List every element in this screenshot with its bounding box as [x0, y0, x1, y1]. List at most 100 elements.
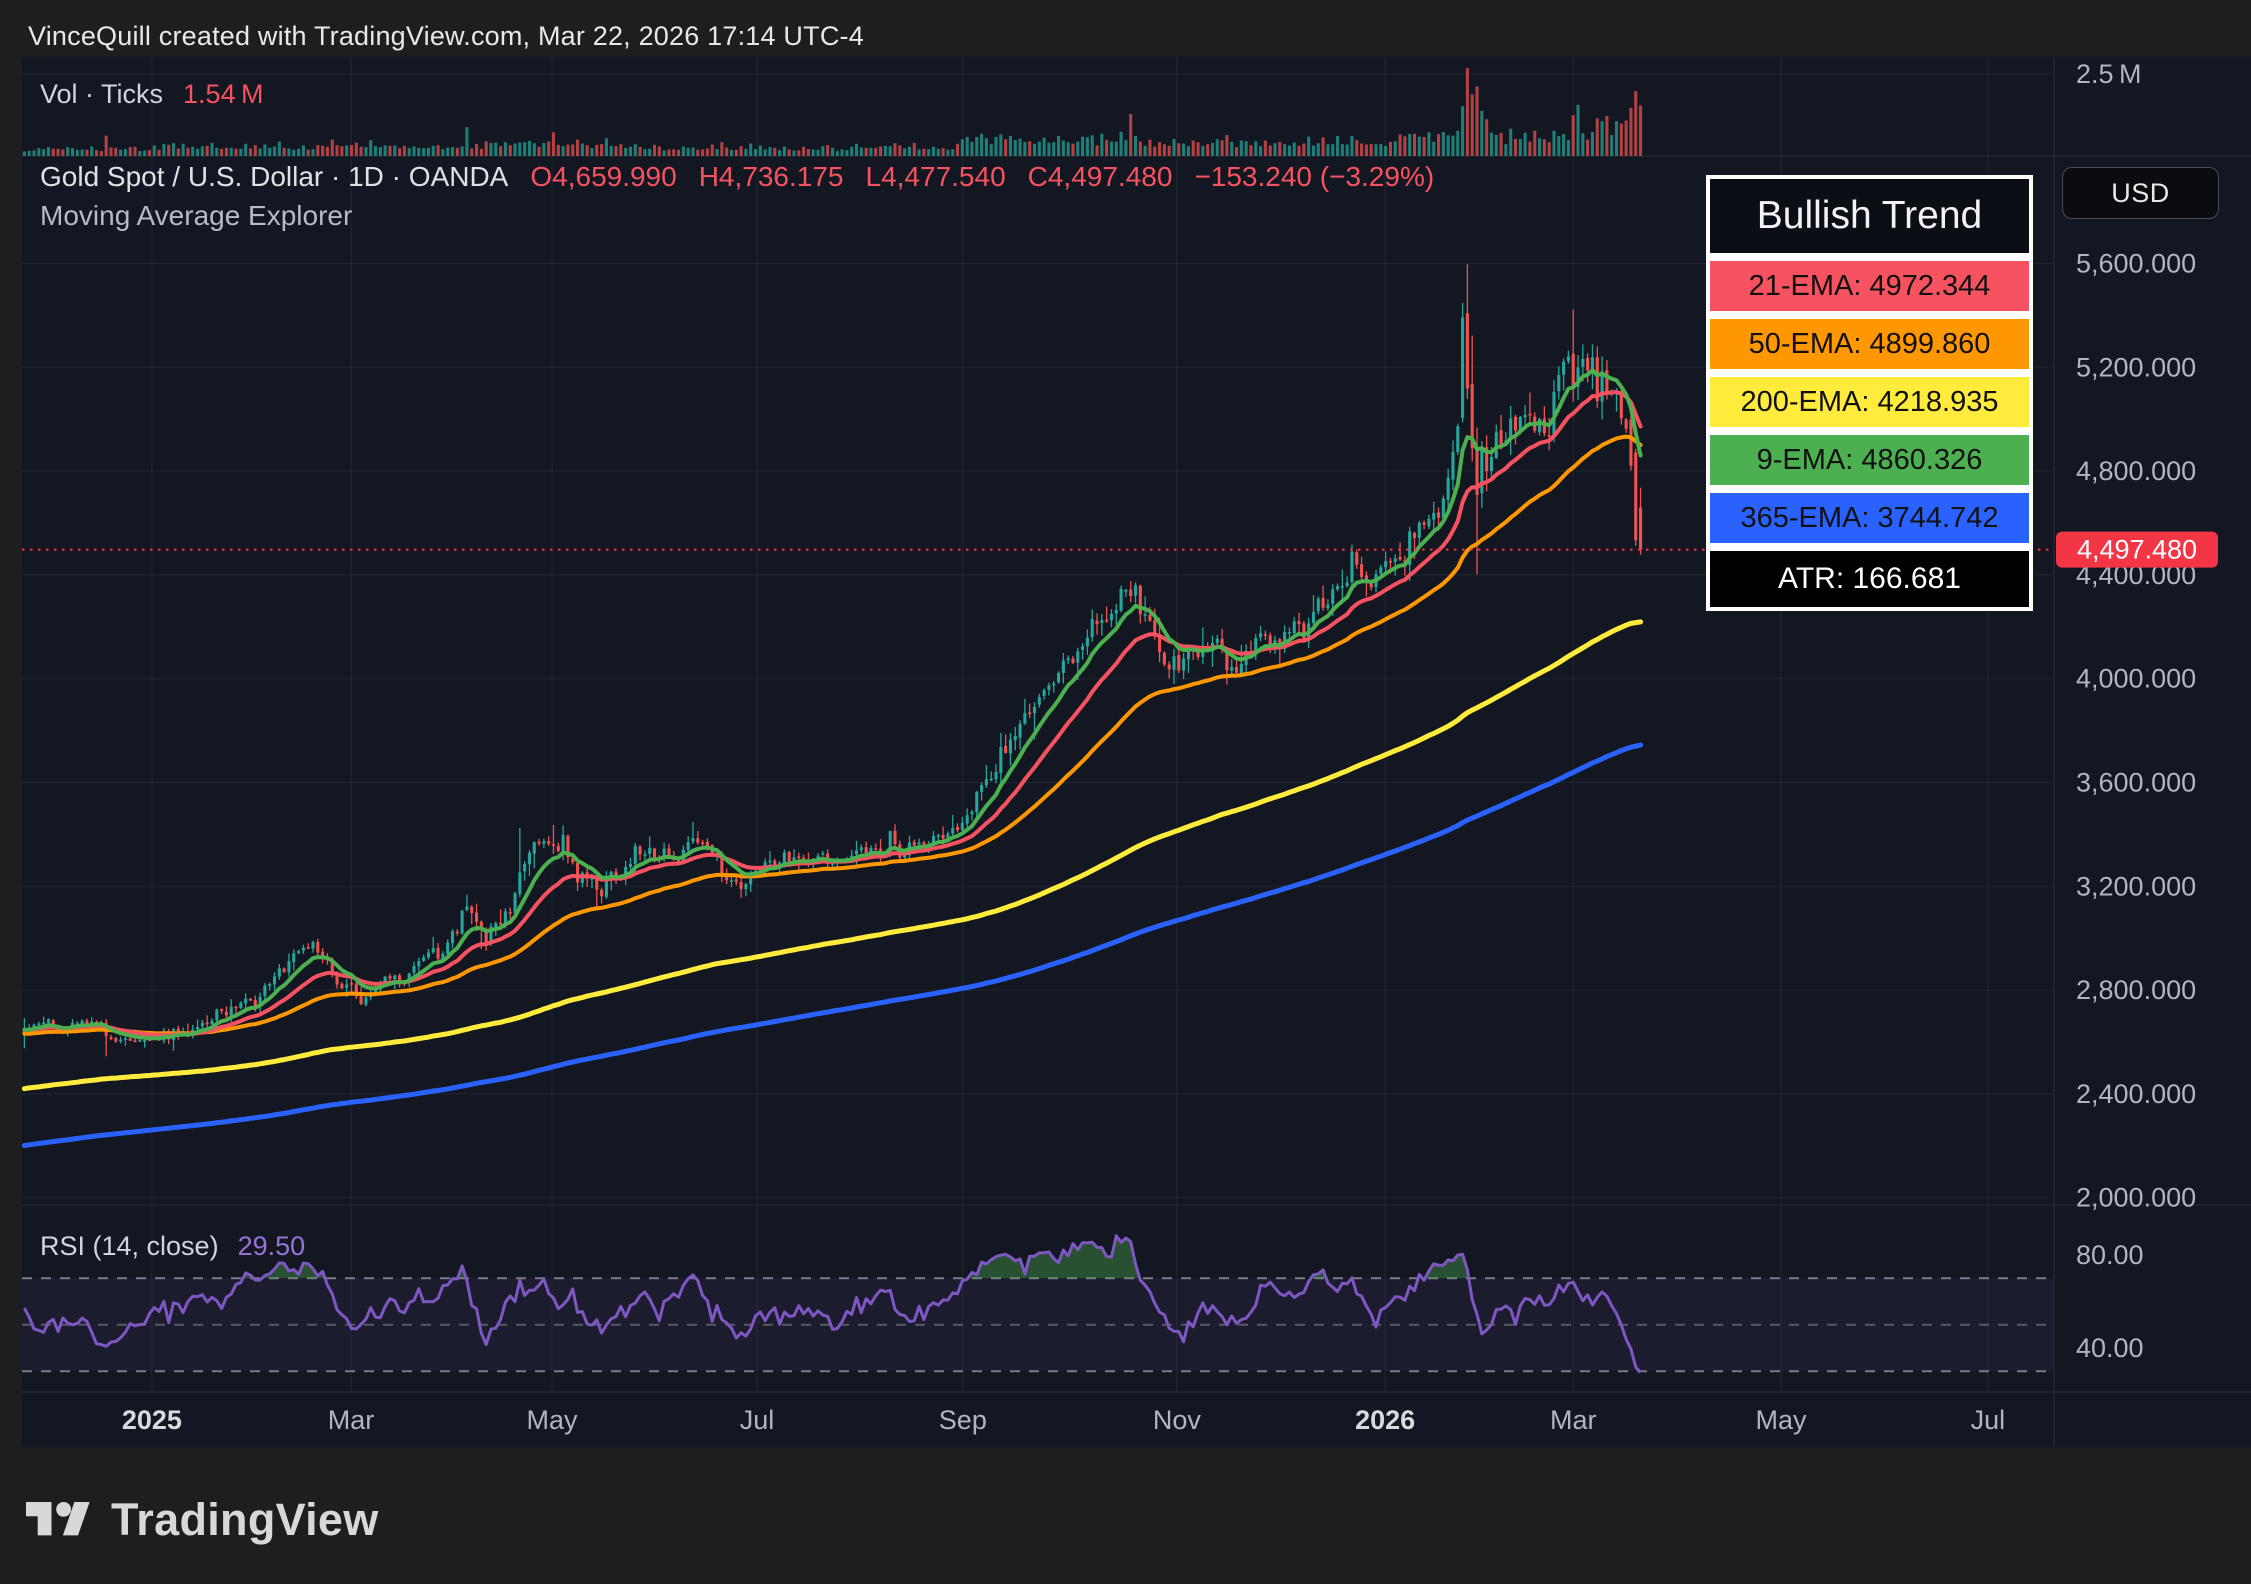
volume-bar	[1172, 139, 1175, 156]
candle-body	[942, 835, 945, 839]
candle-body	[393, 976, 396, 980]
volume-bar	[1379, 144, 1382, 156]
volume-bar	[1509, 129, 1512, 156]
price-axis[interactable]: 5,600.0005,200.0004,800.0004,400.0004,00…	[2076, 59, 2196, 1363]
volume-bar	[388, 146, 391, 156]
volume-bar	[903, 148, 906, 156]
candle-body	[1033, 707, 1036, 713]
currency-button[interactable]: USD	[2062, 167, 2219, 219]
volume-bar	[884, 146, 887, 156]
volume-bar	[1052, 142, 1055, 156]
volume-bar	[528, 141, 531, 156]
volume-bar	[1370, 144, 1373, 156]
volume-bar	[961, 139, 964, 156]
volume-bar	[1403, 136, 1406, 156]
candle-body	[1447, 478, 1450, 500]
candle-body	[1038, 697, 1041, 705]
candle-wick	[1029, 704, 1030, 719]
candle-body	[557, 846, 560, 851]
tradingview-logo[interactable]: TradingView	[26, 1494, 379, 1546]
volume-bar	[1543, 139, 1546, 156]
volume-bar	[432, 146, 435, 156]
candle-body	[1081, 646, 1084, 650]
volume-bar	[1528, 142, 1531, 156]
volume-bar	[937, 149, 940, 156]
candle-body	[855, 850, 858, 854]
chart-widget[interactable]: 5,600.0005,200.0004,800.0004,400.0004,00…	[22, 57, 2251, 1447]
candle-body	[768, 861, 771, 863]
volume-bar	[1230, 142, 1233, 156]
time-tick-label: Jul	[1971, 1405, 2006, 1435]
candle-body	[210, 1021, 213, 1024]
volume-bar	[105, 136, 108, 156]
volume-bar	[225, 148, 228, 156]
candle-body	[273, 976, 276, 984]
volume-bar	[538, 147, 541, 156]
volume-bar	[581, 144, 584, 156]
volume-bar	[1500, 133, 1503, 156]
attribution-text: VinceQuill created with TradingView.com,…	[28, 21, 864, 52]
candle-wick	[269, 983, 270, 991]
volume-bar	[427, 148, 430, 156]
volume-bar	[1187, 146, 1190, 156]
price-tick-label: 3,200.000	[2076, 871, 2196, 901]
volume-bar	[1331, 144, 1334, 156]
candle-body	[533, 842, 536, 853]
volume-bar	[1389, 142, 1392, 156]
volume-bar	[898, 146, 901, 156]
candle-body	[42, 1023, 45, 1025]
candle-body	[340, 984, 343, 988]
candle-body	[1317, 599, 1320, 611]
volume-bar	[571, 145, 574, 156]
volume-bar	[744, 149, 747, 156]
candle-body	[1172, 656, 1175, 669]
volume-bar	[1245, 141, 1248, 156]
time-axis[interactable]: 2025MarMayJulSepNov2026MarMayJul	[122, 1405, 2005, 1435]
candle-body	[1028, 712, 1031, 714]
volume-bar	[1288, 146, 1291, 156]
tradingview-snapshot: VinceQuill created with TradingView.com,…	[0, 0, 2251, 1584]
volume-bar	[624, 148, 627, 156]
volume-bar	[254, 145, 257, 156]
volume-bar	[610, 146, 613, 156]
time-tick-label: 2026	[1355, 1405, 1415, 1435]
candle-body	[1144, 614, 1147, 616]
candle-body	[1399, 557, 1402, 560]
candle-body	[427, 952, 430, 957]
volume-bar	[1028, 141, 1031, 156]
candle-body	[470, 907, 473, 913]
volume-bar	[547, 142, 550, 156]
volume-bar	[764, 149, 767, 156]
chart-canvas[interactable]: 5,600.0005,200.0004,800.0004,400.0004,00…	[22, 57, 2251, 1447]
volume-bar	[672, 149, 675, 156]
volume-bar	[542, 143, 545, 156]
volume-bar	[172, 143, 175, 156]
volume-bar	[1211, 143, 1214, 156]
volume-bar	[788, 149, 791, 156]
price-tick-label: 5,600.000	[2076, 249, 2196, 279]
candle-body	[1524, 415, 1527, 418]
candle-body	[1336, 586, 1339, 589]
volume-bar	[740, 146, 743, 156]
volume-bar	[821, 146, 824, 156]
volume-bar	[393, 146, 396, 156]
candle-body	[523, 864, 526, 871]
candle-body	[1326, 604, 1329, 608]
volume-bar	[1124, 140, 1127, 156]
candle-body	[302, 948, 305, 951]
volume-bar	[244, 144, 247, 156]
candle-body	[215, 1010, 218, 1021]
volume-bar	[1350, 136, 1353, 156]
candle-body	[1095, 621, 1098, 624]
candle-body	[1639, 507, 1642, 549]
volume-bar	[1283, 144, 1286, 156]
ema-line-9	[24, 370, 1640, 1038]
volume-bar	[759, 146, 762, 156]
volume-bar	[1086, 137, 1089, 156]
candle-body	[1413, 533, 1416, 538]
volume-bar	[263, 145, 266, 156]
volume-bar	[749, 144, 752, 156]
volume-bar	[518, 143, 521, 156]
ema-line-200	[24, 622, 1640, 1089]
volume-bar	[860, 147, 863, 156]
